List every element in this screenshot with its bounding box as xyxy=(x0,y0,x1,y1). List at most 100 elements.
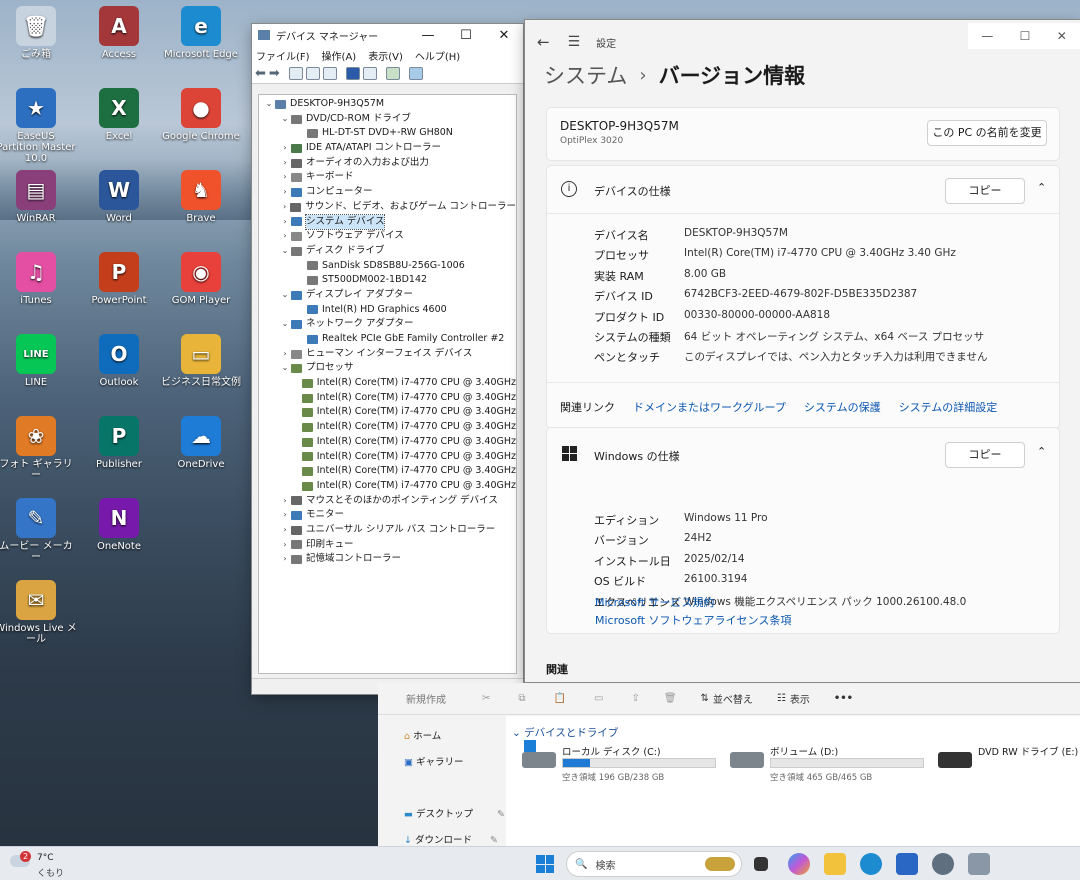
back-icon[interactable]: ← xyxy=(537,33,550,51)
close-button[interactable]: ✕ xyxy=(485,28,523,43)
tree-node[interactable]: Intel(R) Core(TM) i7-4770 CPU @ 3.40GHz xyxy=(263,391,516,406)
list-icon[interactable] xyxy=(305,67,320,80)
desktop-icon-onedrive[interactable]: ☁ OneDrive xyxy=(160,416,242,496)
maximize-button[interactable]: ☐ xyxy=(1020,29,1031,43)
desktop-icon-brave[interactable]: ♞ Brave xyxy=(160,170,242,250)
sheet-icon[interactable] xyxy=(322,67,337,80)
spec-value[interactable]: Intel(R) Core(TM) i7-4770 CPU @ 3.40GHz … xyxy=(684,247,956,263)
more-options-button[interactable]: ••• xyxy=(834,693,853,704)
rename-icon[interactable]: ▭ xyxy=(594,693,603,704)
chevron-right-icon[interactable]: › xyxy=(279,538,291,553)
forward-arrow-icon[interactable]: ➡ xyxy=(269,66,280,81)
tree-node[interactable]: Intel(R) Core(TM) i7-4770 CPU @ 3.40GHz xyxy=(263,479,516,494)
monitor-icon[interactable] xyxy=(408,67,423,80)
device-spec-header[interactable]: i デバイスの仕様 コピー ⌃ xyxy=(547,166,1059,214)
spec-value[interactable]: 8.00 GB xyxy=(684,268,726,284)
tree-node[interactable]: Intel(R) Core(TM) i7-4770 CPU @ 3.40GHz xyxy=(263,464,516,479)
tree-node[interactable]: HL-DT-ST DVD+-RW GH80N xyxy=(263,126,516,141)
new-button[interactable]: 新規作成 xyxy=(406,691,446,706)
spec-value[interactable]: 64 ビット オペレーティング システム、x64 ベース プロセッサ xyxy=(684,329,984,345)
desktop-icon-windows-live[interactable]: ✉ Windows Live メール xyxy=(0,580,77,660)
spec-value[interactable]: DESKTOP-9H3Q57M xyxy=(684,227,788,243)
tree-node[interactable]: › サウンド、ビデオ、およびゲーム コントローラー xyxy=(263,200,516,215)
tree-node[interactable]: SanDisk SD8SB8U-256G-1006 xyxy=(263,259,516,274)
drive-item[interactable]: DVD RW ドライブ (E:) xyxy=(938,744,1080,784)
tree-node[interactable]: Intel(R) Core(TM) i7-4770 CPU @ 3.40GHz xyxy=(263,405,516,420)
nav-downloads[interactable]: ↓ ダウンロード ✎ xyxy=(404,832,498,846)
chevron-right-icon[interactable]: › xyxy=(279,200,290,215)
spec-value[interactable]: Windows 11 Pro xyxy=(684,512,768,528)
view-icon[interactable]: ☷ xyxy=(777,693,786,704)
chevron-right-icon[interactable]: › xyxy=(279,508,291,523)
domain-workgroup-link[interactable]: ドメインまたはワークグループ xyxy=(633,399,786,415)
tree-node[interactable]: Intel(R) Core(TM) i7-4770 CPU @ 3.40GHz xyxy=(263,435,516,450)
taskbar-search[interactable]: 🔍 検索 xyxy=(566,851,742,877)
properties-icon[interactable] xyxy=(288,67,303,80)
desktop-icon-onenote[interactable]: N OneNote xyxy=(78,498,160,578)
desktop-icon-outlook[interactable]: O Outlook xyxy=(78,334,160,414)
scan-icon[interactable] xyxy=(385,67,400,80)
advanced-system-settings-link[interactable]: システムの詳細設定 xyxy=(899,399,998,415)
share-icon[interactable]: ⇪ xyxy=(631,693,639,704)
copy-icon[interactable]: ⧉ xyxy=(518,693,525,704)
devices-drives-heading[interactable]: ⌄ デバイスとドライブ xyxy=(512,725,618,740)
tree-node[interactable]: › ソフトウェア デバイス xyxy=(263,229,516,244)
chevron-right-icon[interactable]: › xyxy=(279,141,291,156)
menu-action[interactable]: 操作(A) xyxy=(322,48,357,63)
menu-view[interactable]: 表示(V) xyxy=(368,48,403,63)
desktop-icon-gom-player[interactable]: ◉ GOM Player xyxy=(160,252,242,332)
tree-node[interactable]: › ヒューマン インターフェイス デバイス xyxy=(263,347,516,362)
tree-node[interactable]: Intel(R) Core(TM) i7-4770 CPU @ 3.40GHz xyxy=(263,420,516,435)
desktop-icon-itunes[interactable]: ♫ iTunes xyxy=(0,252,77,332)
desktop-icon-access[interactable]: A Access xyxy=(78,6,160,86)
chevron-right-icon[interactable]: › xyxy=(279,229,291,244)
sort-button[interactable]: 並べ替え xyxy=(713,691,753,706)
tree-node[interactable]: ⌄ プロセッサ xyxy=(263,361,516,376)
minimize-button[interactable]: — xyxy=(981,29,993,43)
help-icon[interactable] xyxy=(345,67,360,80)
spec-value[interactable]: 2025/02/14 xyxy=(684,553,745,569)
rename-pc-button[interactable]: この PC の名前を変更 xyxy=(927,120,1047,146)
desktop-icon-line[interactable]: LINE LINE xyxy=(0,334,77,414)
chevron-right-icon[interactable]: › xyxy=(279,156,291,171)
start-icon[interactable] xyxy=(536,855,554,873)
weather-widget[interactable]: 2 7°C くもり xyxy=(10,851,70,879)
spec-value[interactable]: 6742BCF3-2EED-4679-802F-D5BE335D2387 xyxy=(684,288,917,304)
chevron-right-icon[interactable]: › xyxy=(279,523,291,538)
tree-node[interactable]: Intel(R) HD Graphics 4600 xyxy=(263,303,516,318)
view-button[interactable]: 表示 xyxy=(790,691,810,706)
drive-item[interactable]: ローカル ディスク (C:) 空き領域 196 GB/238 GB xyxy=(522,740,722,784)
copy-windows-spec-button[interactable]: コピー xyxy=(945,442,1025,468)
copilot-icon[interactable] xyxy=(788,853,810,875)
desktop-icon-powerpoint[interactable]: P PowerPoint xyxy=(78,252,160,332)
tree-node[interactable]: › IDE ATA/ATAPI コントローラー xyxy=(263,141,516,156)
sort-icon[interactable]: ⇅ xyxy=(701,693,709,704)
device-tree[interactable]: ⌄ DESKTOP-9H3Q57M ⌄ DVD/CD-ROM ドライブ HL-DT-ST… xyxy=(258,94,517,674)
device-manager-taskbar-icon[interactable] xyxy=(968,853,990,875)
tree-node[interactable]: › マウスとそのほかのポインティング デバイス xyxy=(263,494,516,509)
close-button[interactable]: ✕ xyxy=(1057,29,1067,43)
ms-license-terms-link[interactable]: Microsoft ソフトウェアライセンス条項 xyxy=(595,612,791,628)
chevron-down-icon[interactable]: ⌄ xyxy=(279,112,291,127)
chevron-up-icon[interactable]: ⌃ xyxy=(1037,445,1046,458)
grid-icon[interactable] xyxy=(362,67,377,80)
delete-icon[interactable]: 🗑 xyxy=(664,693,677,704)
store-icon[interactable] xyxy=(896,853,918,875)
task-view-icon[interactable] xyxy=(754,857,768,871)
spec-value[interactable]: 26100.3194 xyxy=(684,573,747,589)
desktop-icon-excel[interactable]: X Excel xyxy=(78,88,160,168)
ms-services-agreement-link[interactable]: Microsoft サービス規約 xyxy=(595,594,715,610)
nav-desktop[interactable]: ▬ デスクトップ ✎ xyxy=(404,806,505,820)
desktop-icon-item[interactable]: ❀ フォト ギャラリー xyxy=(0,416,77,496)
desktop-icon-microsoft-edge[interactable]: e Microsoft Edge xyxy=(160,6,242,86)
maximize-button[interactable]: ☐ xyxy=(447,28,485,43)
hamburger-menu-icon[interactable]: ☰ xyxy=(568,34,581,50)
tree-node[interactable]: Intel(R) Core(TM) i7-4770 CPU @ 3.40GHz xyxy=(263,450,516,465)
desktop-icon-word[interactable]: W Word xyxy=(78,170,160,250)
chevron-right-icon[interactable]: › xyxy=(279,494,291,509)
menu-file[interactable]: ファイル(F) xyxy=(256,48,310,63)
tree-node[interactable]: ⌄ DVD/CD-ROM ドライブ xyxy=(263,112,516,127)
spec-value[interactable]: 00330-80000-00000-AA818 xyxy=(684,309,830,325)
nav-gallery[interactable]: ▣ ギャラリー xyxy=(404,754,464,768)
system-protection-link[interactable]: システムの保護 xyxy=(804,399,881,415)
